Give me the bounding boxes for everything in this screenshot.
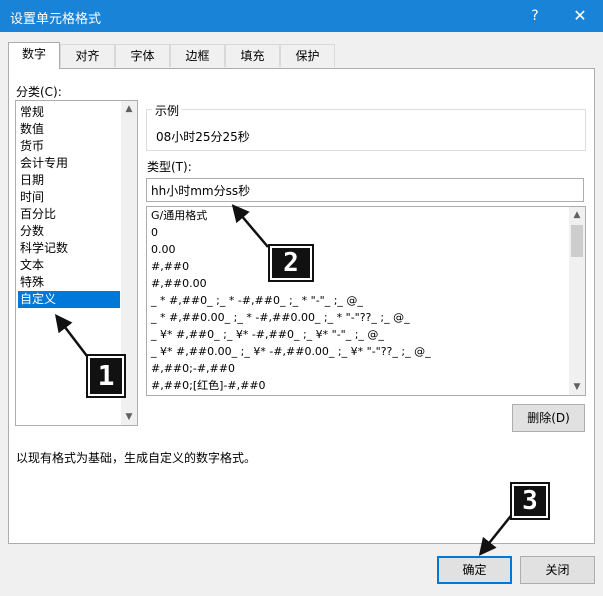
format-item[interactable]: _ ¥* #,##0_ ;_ ¥* -#,##0_ ;_ ¥* "-"_ ;_ …	[151, 326, 384, 343]
category-item-fraction[interactable]: 分数	[18, 223, 120, 240]
scroll-thumb[interactable]	[571, 225, 583, 257]
category-item-date[interactable]: 日期	[18, 172, 120, 189]
format-item[interactable]: #,##0	[151, 258, 189, 275]
callout-3: 3	[512, 484, 548, 518]
close-window-button[interactable]: ✕	[565, 4, 595, 28]
category-item-custom[interactable]: 自定义	[18, 291, 120, 308]
description-text: 以现有格式为基础，生成自定义的数字格式。	[16, 451, 257, 465]
category-item-percentage[interactable]: 百分比	[18, 206, 120, 223]
close-button[interactable]: 关闭	[520, 556, 595, 584]
help-button[interactable]: ?	[520, 4, 550, 28]
scroll-down-icon[interactable]: ▼	[121, 409, 137, 425]
category-item-special[interactable]: 特殊	[18, 274, 120, 291]
format-item[interactable]: 0.00	[151, 241, 176, 258]
callout-2: 2	[270, 246, 312, 280]
tab-number[interactable]: 数字	[8, 42, 60, 69]
format-item[interactable]: 0	[151, 224, 158, 241]
ok-button[interactable]: 确定	[437, 556, 512, 584]
scroll-up-icon[interactable]: ▲	[569, 207, 585, 223]
delete-button[interactable]: 删除(D)	[512, 404, 585, 432]
format-item[interactable]: _ ¥* #,##0.00_ ;_ ¥* -#,##0.00_ ;_ ¥* "-…	[151, 343, 431, 360]
tab-protection[interactable]: 保护	[280, 44, 335, 67]
format-list[interactable]: G/通用格式 0 0.00 #,##0 #,##0.00 _ * #,##0_ …	[146, 206, 586, 396]
sample-value: 08小时25分25秒	[156, 130, 250, 144]
category-item-text[interactable]: 文本	[18, 257, 120, 274]
tab-font[interactable]: 字体	[115, 44, 170, 67]
format-scrollbar[interactable]: ▲ ▼	[569, 207, 585, 395]
format-item[interactable]: _ * #,##0_ ;_ * -#,##0_ ;_ * "-"_ ;_ @_	[151, 292, 363, 309]
category-label: 分类(C):	[16, 85, 62, 99]
category-item-scientific[interactable]: 科学记数	[18, 240, 120, 257]
tab-fill[interactable]: 填充	[225, 44, 280, 67]
format-item[interactable]: #,##0;-#,##0	[151, 360, 235, 377]
format-item[interactable]: G/通用格式	[151, 207, 207, 224]
format-item[interactable]: _ * #,##0.00_ ;_ * -#,##0.00_ ;_ * "-"??…	[151, 309, 410, 326]
tab-border[interactable]: 边框	[170, 44, 225, 67]
type-input[interactable]	[146, 178, 584, 202]
dialog-title: 设置单元格格式	[10, 12, 102, 27]
title-bar: 设置单元格格式 ? ✕	[0, 0, 603, 32]
type-label: 类型(T):	[147, 160, 192, 174]
callout-1: 1	[88, 356, 124, 396]
scroll-down-icon[interactable]: ▼	[569, 379, 585, 395]
sample-label: 示例	[152, 102, 183, 119]
format-item[interactable]: #,##0.00	[151, 275, 207, 292]
tab-alignment[interactable]: 对齐	[60, 44, 115, 67]
category-item-accounting[interactable]: 会计专用	[18, 155, 120, 172]
category-item-currency[interactable]: 货币	[18, 138, 120, 155]
format-item[interactable]: #,##0;[红色]-#,##0	[151, 377, 266, 394]
scroll-up-icon[interactable]: ▲	[121, 101, 137, 117]
category-item-number[interactable]: 数值	[18, 121, 120, 138]
category-item-time[interactable]: 时间	[18, 189, 120, 206]
category-item-general[interactable]: 常规	[18, 104, 120, 121]
